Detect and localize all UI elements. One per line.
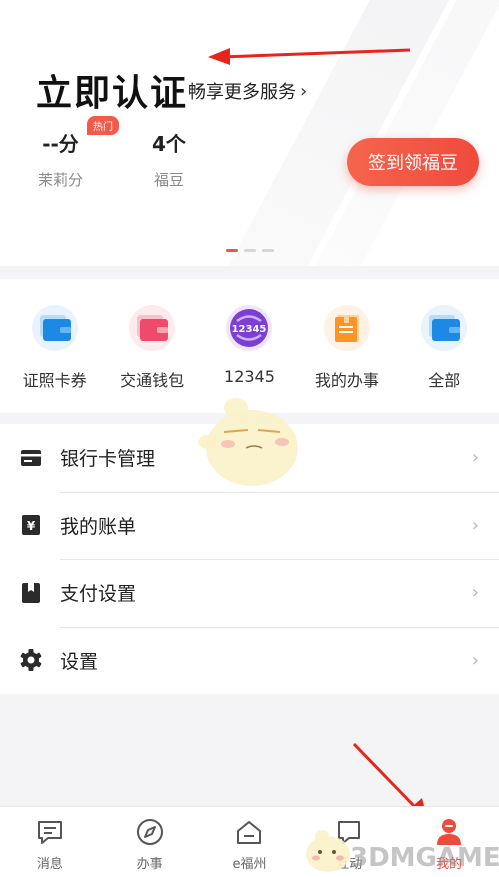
tab-label: 办事	[136, 857, 163, 872]
home-icon	[200, 817, 299, 847]
service-label: 交通钱包	[120, 371, 185, 390]
service-label: 12345	[224, 367, 275, 386]
chevron-right-icon: ›	[471, 514, 479, 536]
compass-icon	[100, 817, 199, 847]
service-id-cards[interactable]: 证照卡券	[9, 279, 101, 413]
tab-efuzhou[interactable]: e福州	[200, 807, 299, 877]
menu-item-label: 支付设置	[60, 583, 137, 606]
signin-button[interactable]: 签到领福豆	[347, 138, 479, 186]
watermark-text: 3DMGAME	[350, 843, 499, 873]
service-all[interactable]: 全部	[398, 279, 490, 413]
wallet-pink-icon	[129, 305, 176, 351]
auth-header-card: 立即认证 畅享更多服务 › --分 茉莉分 热门 4个 福豆 签到领福豆	[0, 0, 499, 266]
carousel-dot	[262, 249, 274, 252]
jasmine-points-value: --分	[42, 132, 79, 156]
book-icon	[20, 582, 42, 604]
carousel-dot	[226, 249, 238, 252]
svg-text:¥: ¥	[27, 519, 36, 533]
service-label: 我的办事	[314, 371, 379, 390]
hot-badge: 热门	[87, 116, 119, 135]
menu-item-settings[interactable]: 设置 ›	[0, 626, 499, 695]
bank-card-icon	[20, 447, 42, 469]
carousel-dot	[244, 249, 256, 252]
tab-label: e福州	[232, 857, 267, 872]
more-services-link[interactable]: 畅享更多服务 ›	[188, 78, 307, 104]
service-label: 全部	[428, 371, 461, 390]
menu-item-payment-settings[interactable]: 支付设置 ›	[0, 559, 499, 627]
wallet-blue-icon	[31, 305, 78, 351]
fudou-stat[interactable]: 4个 福豆	[152, 128, 186, 190]
quick-services: 证照卡券 交通钱包 12345 12345 我的办事 全部	[0, 279, 499, 413]
message-icon	[0, 817, 99, 847]
service-transport-wallet[interactable]: 交通钱包	[106, 279, 198, 413]
hotline-badge-text: 12345	[232, 324, 267, 335]
gear-icon	[20, 649, 42, 672]
menu-item-label: 银行卡管理	[60, 448, 156, 471]
document-orange-icon	[323, 305, 370, 351]
chevron-right-icon: ›	[471, 447, 479, 469]
jasmine-points-label: 茉莉分	[38, 171, 84, 189]
chevron-right-icon: ›	[471, 582, 479, 604]
chevron-right-icon: ›	[300, 80, 308, 102]
menu-item-my-bills[interactable]: ¥ 我的账单 ›	[0, 491, 499, 560]
fudou-value: 4个	[152, 132, 186, 156]
page-title[interactable]: 立即认证	[36, 64, 188, 116]
service-hotline-12345[interactable]: 12345 12345	[203, 279, 295, 413]
jasmine-points-stat[interactable]: --分 茉莉分	[38, 128, 83, 190]
more-services-label: 畅享更多服务	[188, 82, 296, 103]
tab-label: 消息	[36, 857, 63, 872]
menu-item-label: 设置	[60, 650, 99, 673]
menu-item-label: 我的账单	[60, 515, 137, 538]
chevron-right-icon: ›	[471, 649, 479, 671]
carousel-indicator	[226, 249, 274, 252]
service-my-affairs[interactable]: 我的办事	[301, 279, 393, 413]
account-menu: 银行卡管理 › ¥ 我的账单 › 支付设置 › 设置 ›	[0, 424, 499, 694]
hotline-12345-icon: 12345	[226, 305, 273, 351]
wallet-blue-icon	[421, 305, 468, 351]
tab-messages[interactable]: 消息	[0, 807, 99, 877]
bill-yen-icon: ¥	[20, 514, 42, 536]
tab-affairs[interactable]: 办事	[100, 807, 199, 877]
fudou-label: 福豆	[153, 171, 184, 189]
menu-item-bank-cards[interactable]: 银行卡管理 ›	[0, 424, 499, 492]
service-label: 证照卡券	[22, 371, 87, 390]
